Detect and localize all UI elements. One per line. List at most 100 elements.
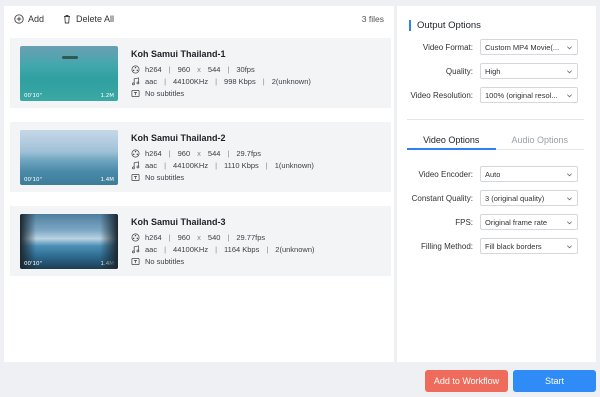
music-note-icon bbox=[132, 160, 140, 169]
options-panel: Output Options Video Format: Custom MP4 … bbox=[397, 6, 596, 362]
sample-rate: 44100KHz bbox=[173, 160, 209, 170]
subtitle-row: No subtitles bbox=[131, 171, 381, 183]
subtitle-text: No subtitles bbox=[145, 172, 185, 182]
filling-method-select[interactable]: Fill black borders bbox=[480, 238, 578, 254]
fps-label: FPS: bbox=[455, 217, 473, 227]
video-resolution-value: 100% (original resol... bbox=[485, 90, 558, 100]
video-fps: 29.7fps bbox=[236, 148, 261, 158]
add-label: Add bbox=[28, 14, 45, 24]
video-encoder-label: Video Encoder: bbox=[418, 169, 473, 179]
audio-info-row: aac | 44100KHz | 1164 Kbps | 2(unknown) bbox=[131, 243, 381, 255]
video-codec: h264 bbox=[145, 148, 162, 158]
video-width: 960 bbox=[177, 148, 191, 158]
constant-quality-field: Constant Quality: 3 (original quality) bbox=[403, 190, 578, 206]
audio-bitrate: 998 Kbps bbox=[224, 76, 256, 86]
file-info: Koh Samui Thailand-1 h264 | 960 x 544 | … bbox=[131, 49, 381, 99]
video-thumbnail[interactable]: 00'10" 1.4M bbox=[20, 214, 118, 269]
video-codec: h264 bbox=[145, 232, 162, 242]
video-format-value: Custom MP4 Movie(... bbox=[485, 42, 560, 52]
subtitle-text: No subtitles bbox=[145, 256, 185, 266]
audio-bitrate: 1164 Kbps bbox=[224, 244, 260, 254]
music-note-icon bbox=[132, 76, 140, 85]
video-encoder-select[interactable]: Auto bbox=[480, 166, 578, 182]
subtitle-row: No subtitles bbox=[131, 255, 381, 267]
tab-video-options[interactable]: Video Options bbox=[407, 130, 496, 150]
video-reel-icon bbox=[131, 233, 140, 241]
audio-channels: 2(unknown) bbox=[275, 244, 315, 254]
dimension-x: x bbox=[197, 232, 201, 242]
video-format-label: Video Format: bbox=[422, 42, 473, 52]
separator: | bbox=[168, 64, 171, 74]
video-fps: 30fps bbox=[236, 64, 255, 74]
thumbnail-size: 1.4M bbox=[100, 261, 115, 267]
fps-field: FPS: Original frame rate bbox=[403, 214, 578, 230]
options-tabs: Video Options Audio Options bbox=[407, 130, 584, 150]
video-encoder-value: Auto bbox=[485, 169, 501, 179]
video-format-select[interactable]: Custom MP4 Movie(... bbox=[480, 39, 578, 55]
chevron-down-icon bbox=[567, 69, 572, 73]
output-options-title: Output Options bbox=[409, 20, 481, 31]
separator: | bbox=[227, 64, 230, 74]
video-codec: h264 bbox=[145, 64, 162, 74]
separator: | bbox=[265, 160, 268, 170]
audio-info-row: aac | 44100KHz | 1110 Kbps | 1(unknown) bbox=[131, 159, 381, 171]
video-fps: 29.77fps bbox=[236, 232, 266, 242]
quality-label: Quality: bbox=[445, 66, 473, 76]
constant-quality-label: Constant Quality: bbox=[411, 193, 473, 203]
video-resolution-select[interactable]: 100% (original resol... bbox=[480, 87, 578, 103]
separator: | bbox=[168, 232, 171, 242]
video-resolution-label: Video Resolution: bbox=[410, 90, 473, 100]
audio-channels: 2(unknown) bbox=[271, 76, 311, 86]
separator: | bbox=[227, 232, 230, 242]
thumbnail-sky bbox=[20, 130, 118, 152]
tab-audio-options[interactable]: Audio Options bbox=[495, 130, 584, 150]
file-item[interactable]: 00'10" 1.4M Koh Samui Thailand-2 h264 | … bbox=[10, 122, 391, 192]
video-thumbnail[interactable]: 00'10" 1.4M bbox=[20, 130, 118, 185]
file-title: Koh Samui Thailand-3 bbox=[131, 217, 226, 227]
plus-circle-icon bbox=[14, 14, 24, 24]
chevron-down-icon bbox=[567, 172, 572, 176]
separator: | bbox=[168, 148, 171, 158]
subtitle-text: No subtitles bbox=[145, 88, 185, 98]
section-divider bbox=[407, 119, 584, 120]
video-info-row: h264 | 960 x 544 | 29.7fps bbox=[131, 147, 381, 159]
file-title: Koh Samui Thailand-1 bbox=[131, 49, 226, 59]
chevron-down-icon bbox=[567, 244, 572, 248]
constant-quality-select[interactable]: 3 (original quality) bbox=[480, 190, 578, 206]
add-button[interactable]: Add bbox=[14, 14, 44, 24]
trash-icon bbox=[64, 15, 71, 24]
thumbnail-duration: 00'10" bbox=[24, 93, 43, 99]
audio-info-row: aac | 44100KHz | 998 Kbps | 2(unknown) bbox=[131, 75, 381, 87]
audio-codec: aac bbox=[145, 160, 158, 170]
separator: | bbox=[164, 244, 167, 254]
audio-codec: aac bbox=[145, 244, 158, 254]
separator: | bbox=[164, 76, 167, 86]
file-item[interactable]: 00'10" 1.4M Koh Samui Thailand-3 h264 | … bbox=[10, 206, 391, 276]
separator: | bbox=[215, 160, 218, 170]
video-height: 544 bbox=[207, 148, 221, 158]
chevron-down-icon bbox=[567, 93, 572, 97]
quality-value: High bbox=[485, 66, 501, 76]
chevron-down-icon bbox=[567, 45, 572, 49]
video-thumbnail[interactable]: 00'10" 1.2M bbox=[20, 46, 118, 101]
file-title: Koh Samui Thailand-2 bbox=[131, 133, 226, 143]
file-count: 3 files bbox=[361, 14, 384, 24]
separator: | bbox=[215, 76, 218, 86]
add-to-workflow-button[interactable]: Add to Workflow bbox=[425, 370, 508, 392]
file-info: Koh Samui Thailand-2 h264 | 960 x 544 | … bbox=[131, 133, 381, 183]
quality-select[interactable]: High bbox=[480, 63, 578, 79]
video-info-row: h264 | 960 x 544 | 30fps bbox=[131, 63, 381, 75]
file-item[interactable]: 00'10" 1.2M Koh Samui Thailand-1 h264 | … bbox=[10, 38, 391, 108]
video-width: 960 bbox=[177, 232, 191, 242]
separator: | bbox=[262, 76, 265, 86]
fps-select[interactable]: Original frame rate bbox=[480, 214, 578, 230]
video-height: 544 bbox=[207, 64, 221, 74]
subtitle-icon bbox=[131, 173, 140, 181]
file-list: 00'10" 1.2M Koh Samui Thailand-1 h264 | … bbox=[10, 38, 391, 290]
delete-all-button[interactable]: Delete All bbox=[62, 14, 114, 24]
video-height: 540 bbox=[207, 232, 221, 242]
filling-method-field: Filling Method: Fill black borders bbox=[403, 238, 578, 254]
delete-all-label: Delete All bbox=[76, 14, 115, 24]
start-button[interactable]: Start bbox=[513, 370, 596, 392]
chevron-down-icon bbox=[567, 220, 572, 224]
